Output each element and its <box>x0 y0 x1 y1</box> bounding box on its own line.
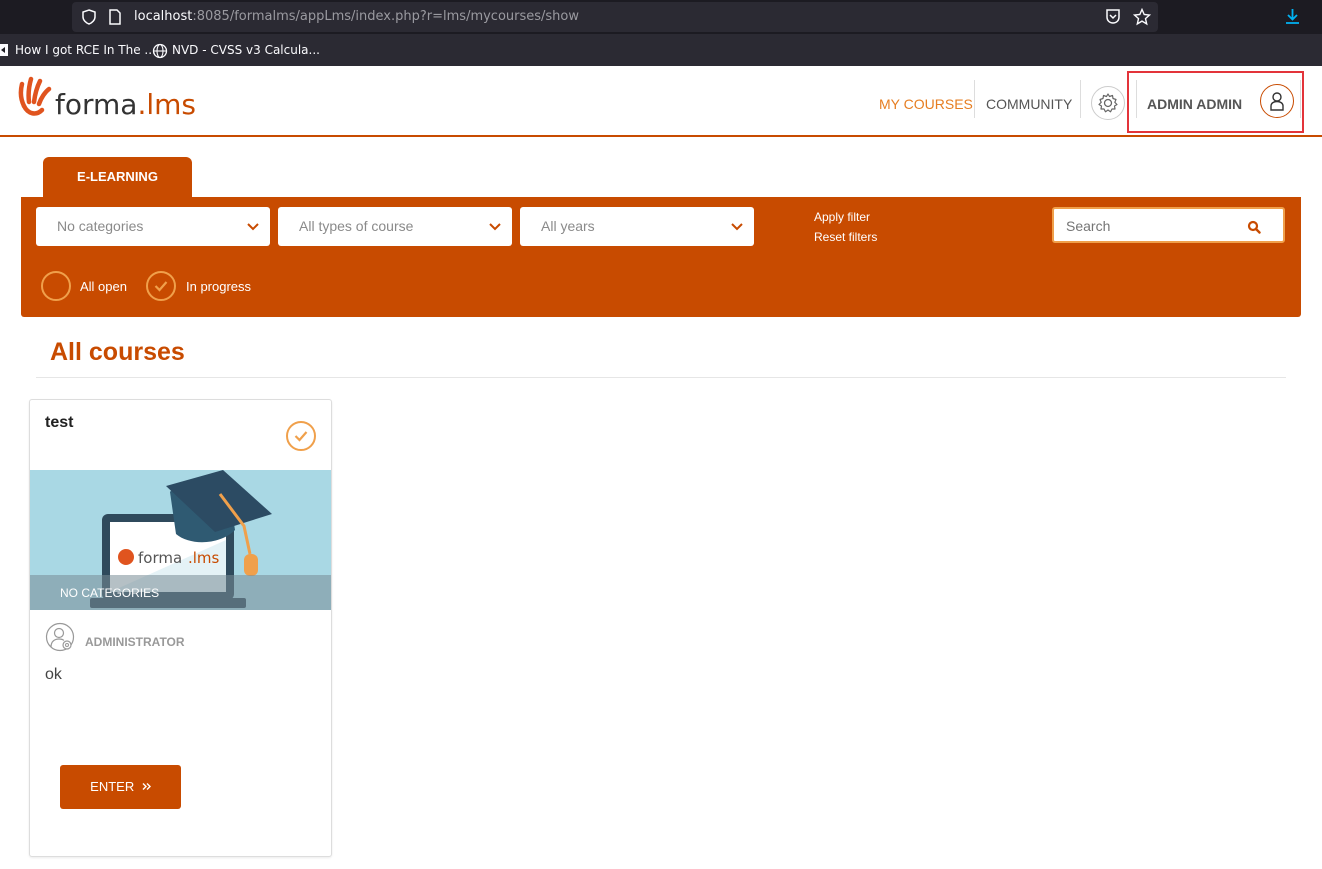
checkmark-icon <box>294 431 308 442</box>
filter-bar: No categories All types of course All ye… <box>21 197 1301 317</box>
bookmarks-bar: How I got RCE In The ... NVD - CVSS v3 C… <box>0 34 1322 66</box>
forma-logo[interactable]: forma.lms <box>55 88 196 121</box>
course-title[interactable]: test <box>45 414 73 432</box>
nav-my-courses[interactable]: MY COURSES <box>879 96 973 112</box>
course-type-select[interactable]: All types of course <box>278 207 512 246</box>
year-select[interactable]: All years <box>520 207 754 246</box>
bookmark-favicon-icon <box>0 44 8 56</box>
address-bar[interactable]: localhost:8085/formalms/appLms/index.php… <box>72 2 1158 32</box>
filter-all-open-label[interactable]: All open <box>80 279 127 294</box>
gear-icon <box>1098 93 1118 113</box>
logo-sub: lms <box>146 88 197 121</box>
chevron-down-icon <box>731 223 743 231</box>
app-header: forma.lms MY COURSES COMMUNITY ADMIN ADM… <box>0 66 1322 137</box>
course-card: test forma .lms NO CATEGORIES ADMINISTRA… <box>29 399 332 857</box>
download-icon[interactable] <box>1284 8 1301 25</box>
nav-divider <box>974 80 975 118</box>
shield-icon <box>82 9 96 25</box>
settings-button[interactable] <box>1091 86 1125 120</box>
filter-in-progress-label[interactable]: In progress <box>186 279 251 294</box>
nav-divider <box>1080 80 1081 118</box>
search-box <box>1052 207 1285 243</box>
category-select-value: No categories <box>57 218 144 234</box>
url-path: :8085/formalms/appLms/index.php?r=lms/my… <box>192 9 580 24</box>
browser-toolbar: localhost:8085/formalms/appLms/index.php… <box>0 0 1322 34</box>
course-status-badge <box>286 421 316 451</box>
reset-filters-link[interactable]: Reset filters <box>814 230 877 244</box>
page-icon <box>109 9 121 25</box>
filter-all-open-radio[interactable] <box>41 271 71 301</box>
globe-icon <box>152 43 168 59</box>
category-select[interactable]: No categories <box>36 207 270 246</box>
url-host: localhost <box>134 9 193 24</box>
checkmark-icon <box>154 281 168 292</box>
filter-in-progress-radio[interactable] <box>146 271 176 301</box>
double-chevron-right-icon <box>142 783 151 790</box>
apply-filter-link[interactable]: Apply filter <box>814 210 870 224</box>
user-gear-icon <box>45 622 75 652</box>
nav-community[interactable]: COMMUNITY <box>986 96 1072 112</box>
divider <box>36 377 1286 378</box>
svg-text:forma: forma <box>138 549 182 567</box>
pocket-icon[interactable] <box>1105 8 1121 25</box>
course-description: ok <box>45 666 62 683</box>
search-icon[interactable] <box>1247 220 1261 234</box>
logo-main: forma <box>55 88 138 121</box>
chevron-down-icon <box>247 223 259 231</box>
year-select-value: All years <box>541 218 595 234</box>
bookmark-rce[interactable]: How I got RCE In The ... <box>15 43 156 57</box>
annotation-highlight-box <box>1127 71 1304 133</box>
tab-elearning[interactable]: E-LEARNING <box>43 157 192 197</box>
chevron-down-icon <box>489 223 501 231</box>
course-category: NO CATEGORIES <box>60 586 160 600</box>
bookmark-nvd[interactable]: NVD - CVSS v3 Calcula... <box>172 43 320 57</box>
url-text: localhost:8085/formalms/appLms/index.php… <box>134 9 579 24</box>
enter-button-label: ENTER <box>90 779 135 794</box>
enter-course-button[interactable]: ENTER <box>60 765 181 809</box>
search-input[interactable] <box>1064 209 1248 243</box>
svg-text:.lms: .lms <box>188 549 220 567</box>
course-role: ADMINISTRATOR <box>85 635 185 649</box>
forma-hand-logo-icon[interactable] <box>18 76 52 118</box>
page-title: All courses <box>50 338 185 366</box>
course-type-select-value: All types of course <box>299 218 414 234</box>
star-icon[interactable] <box>1133 8 1151 26</box>
